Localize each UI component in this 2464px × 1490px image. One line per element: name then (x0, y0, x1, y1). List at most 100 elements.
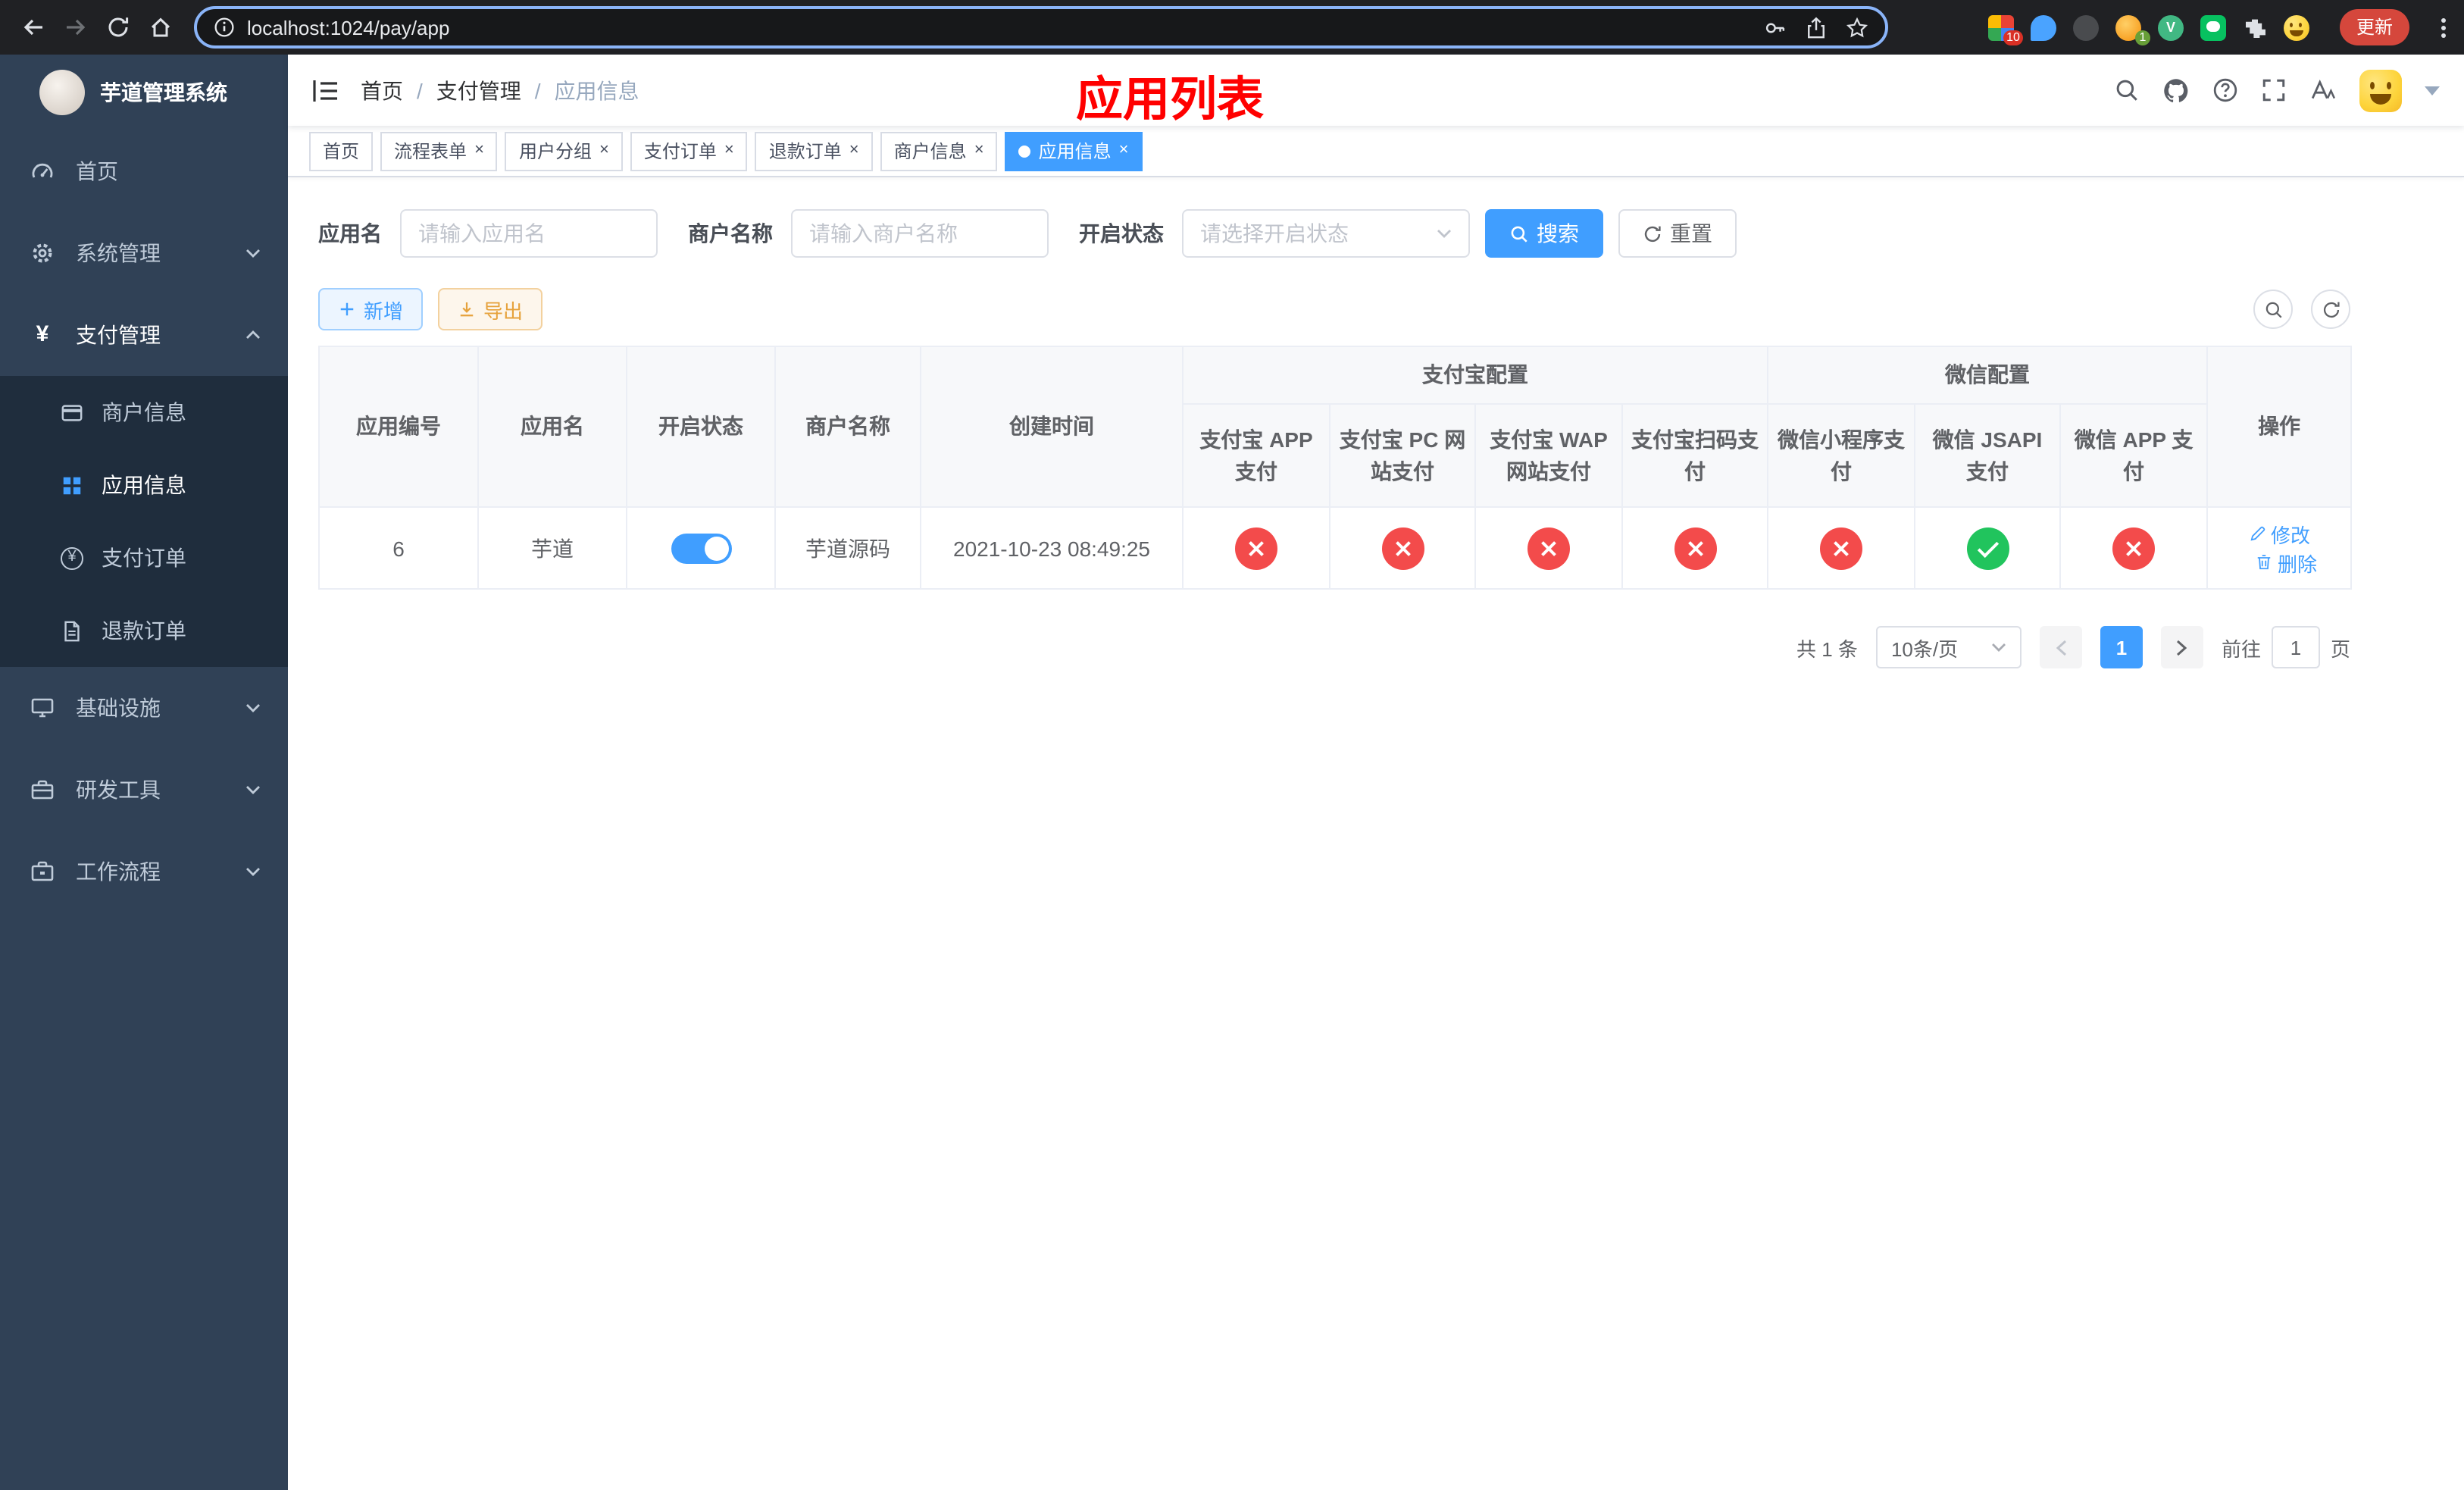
chevron-down-icon (245, 249, 261, 258)
tab-user-group[interactable]: 用户分组 (505, 131, 623, 171)
edit-button[interactable]: 修改 (2248, 519, 2310, 548)
site-info-icon[interactable] (214, 17, 235, 38)
sidebar-item-dev-tools[interactable]: 研发工具 (0, 749, 288, 831)
bookmark-star-icon[interactable] (1846, 16, 1868, 39)
wechat-jsapi-status-icon (1966, 527, 2009, 569)
close-icon[interactable] (974, 142, 984, 159)
close-icon[interactable] (849, 142, 859, 159)
extension-avatar-icon[interactable]: 1 (2115, 14, 2150, 45)
extension-chat-icon[interactable] (2200, 14, 2226, 40)
annotation-app-list: 应用列表 (1076, 73, 1264, 126)
tab-pay-order[interactable]: 支付订单 (630, 131, 748, 171)
extension-drop-icon[interactable] (2030, 14, 2056, 40)
sidebar-item-home[interactable]: 首页 (0, 130, 288, 212)
sidebar-item-label: 支付管理 (76, 323, 161, 347)
tab-refund-order[interactable]: 退款订单 (755, 131, 873, 171)
browser-home-icon[interactable] (139, 6, 182, 49)
merchant-name-input[interactable] (791, 209, 1049, 258)
prev-page-button[interactable] (2039, 626, 2082, 668)
browser-menu-icon[interactable] (2441, 17, 2446, 37)
close-icon[interactable] (599, 142, 609, 159)
delete-button[interactable]: 删除 (2255, 548, 2317, 577)
sidebar-item-infrastructure[interactable]: 基础设施 (0, 667, 288, 749)
fullscreen-icon[interactable] (2261, 77, 2287, 103)
sidebar-item-label: 首页 (76, 159, 118, 183)
close-icon[interactable] (474, 142, 484, 159)
font-size-icon[interactable] (2309, 77, 2337, 103)
column-header-merchant: 商户名称 (774, 346, 921, 508)
extension-dark-icon[interactable] (2072, 14, 2099, 40)
sidebar-item-system[interactable]: 系统管理 (0, 212, 288, 294)
sidebar-item-payment[interactable]: ¥ 支付管理 (0, 294, 288, 376)
dashboard-icon (30, 159, 55, 183)
edit-button-label: 修改 (2271, 524, 2311, 546)
user-avatar[interactable] (2359, 69, 2402, 111)
breadcrumb-current: 应用信息 (554, 78, 639, 102)
sidebar-collapse-icon[interactable] (312, 78, 339, 102)
page-number-button[interactable]: 1 (2100, 626, 2143, 668)
browser-forward-icon[interactable] (55, 6, 97, 49)
export-button-label: 导出 (483, 299, 524, 322)
share-icon[interactable] (1805, 16, 1828, 39)
breadcrumb-home[interactable]: 首页 (361, 75, 403, 105)
cell-app-id: 6 (318, 506, 479, 590)
sidebar-item-workflow[interactable]: 工作流程 (0, 831, 288, 912)
status-toggle[interactable] (671, 533, 731, 563)
address-bar[interactable]: localhost:1024/pay/app (194, 6, 1888, 49)
extensions-puzzle-icon[interactable] (2243, 15, 2267, 39)
browser-update-button[interactable]: 更新 (2339, 9, 2409, 45)
alipay-app-status-icon (1235, 527, 1277, 569)
search-icon[interactable] (2114, 77, 2140, 103)
extension-badge: 10 (2003, 30, 2023, 45)
sidebar-item-pay-order[interactable]: ¥ 支付订单 (0, 521, 288, 594)
refresh-button[interactable] (2311, 290, 2350, 329)
github-icon[interactable] (2162, 77, 2190, 104)
close-icon[interactable] (724, 142, 734, 159)
toggle-search-button[interactable] (2253, 290, 2293, 329)
column-group-alipay: 支付宝配置 (1182, 346, 1768, 405)
reset-button[interactable]: 重置 (1618, 209, 1737, 258)
search-button[interactable]: 搜索 (1485, 209, 1603, 258)
goto-page-input[interactable] (2271, 626, 2320, 668)
extension-badge: 1 (2134, 30, 2150, 45)
extension-emoji-icon[interactable] (2283, 14, 2309, 40)
browser-reload-icon[interactable] (97, 6, 139, 49)
tab-process-form[interactable]: 流程表单 (380, 131, 498, 171)
url-text[interactable]: localhost:1024/pay/app (247, 16, 1752, 39)
cell-created: 2021-10-23 08:49:25 (920, 506, 1184, 590)
help-icon[interactable] (2212, 77, 2238, 103)
tab-label: 流程表单 (394, 141, 467, 162)
extension-vue-icon[interactable] (2157, 14, 2184, 40)
breadcrumb-separator: / (417, 78, 423, 102)
screen: localhost:1024/pay/app 10 1 V 更新 芋道管理系统 … (0, 0, 2464, 1490)
tab-app-info[interactable]: 应用信息 (1005, 131, 1143, 171)
table-row: 6 芋道 芋道源码 2021-10-23 08:49:25 修改 删除 (318, 506, 2353, 590)
tab-home[interactable]: 首页 (309, 131, 374, 171)
refund-order-icon (61, 619, 83, 642)
browser-back-icon[interactable] (12, 6, 55, 49)
breadcrumb-payment[interactable]: 支付管理 (436, 75, 521, 105)
column-header-actions: 操作 (2206, 346, 2353, 508)
next-page-button[interactable] (2160, 626, 2203, 668)
alipay-qr-status-icon (1674, 527, 1716, 569)
page-size-select[interactable]: 10条/页 (1875, 626, 2022, 668)
sidebar-item-app-info[interactable]: 应用信息 (0, 449, 288, 521)
tab-merchant-info[interactable]: 商户信息 (880, 131, 998, 171)
app-title: 芋道管理系统 (100, 80, 227, 105)
tab-label: 退款订单 (768, 141, 842, 162)
app-name-input[interactable] (400, 209, 658, 258)
status-select[interactable]: 请选择开启状态 (1182, 209, 1470, 258)
export-button[interactable]: 导出 (438, 288, 543, 330)
alipay-pc-status-icon (1381, 527, 1424, 569)
extension-grid-icon[interactable]: 10 (1987, 14, 2023, 45)
add-button[interactable]: 新增 (318, 288, 424, 330)
close-icon[interactable] (1119, 142, 1129, 159)
password-key-icon[interactable] (1764, 16, 1787, 39)
cell-merchant: 芋道源码 (774, 506, 921, 590)
logo[interactable]: 芋道管理系统 (0, 55, 288, 130)
extensions-area: 10 1 更新 (1987, 9, 2452, 45)
sidebar-item-merchant-info[interactable]: 商户信息 (0, 376, 288, 449)
sidebar-item-refund-order[interactable]: 退款订单 (0, 594, 288, 667)
payment-submenu: 商户信息 应用信息 ¥ 支付订单 退款订单 (0, 376, 288, 667)
caret-down-icon[interactable] (2425, 86, 2440, 95)
